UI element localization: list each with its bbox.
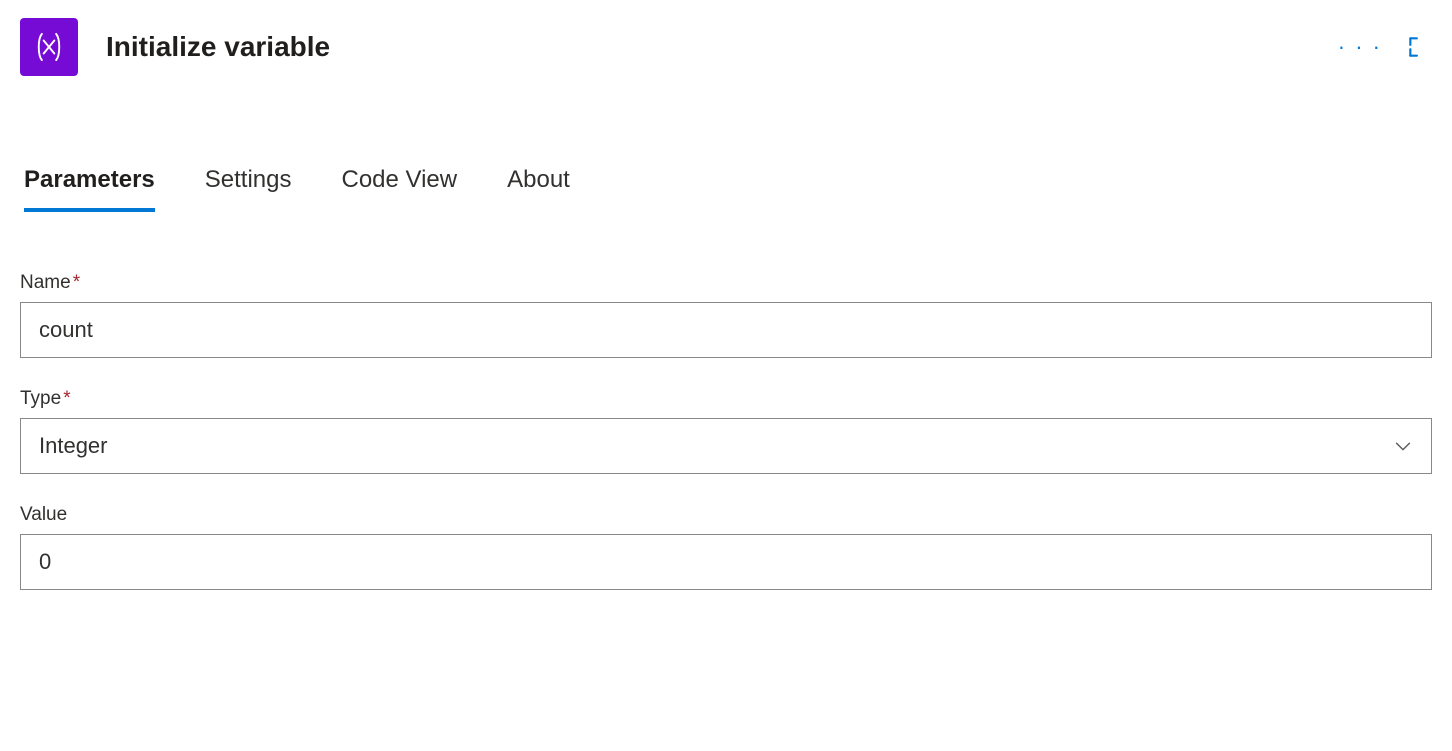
name-label-text: Name — [20, 272, 71, 293]
required-marker: * — [73, 272, 80, 293]
type-select-wrapper: Integer — [20, 418, 1432, 474]
value-label: Value — [20, 504, 1432, 526]
tab-about[interactable]: About — [507, 166, 570, 212]
expand-icon[interactable] — [1406, 34, 1432, 60]
form-group-type: Type* Integer — [20, 388, 1432, 474]
tab-parameters[interactable]: Parameters — [24, 166, 155, 212]
name-input[interactable] — [20, 302, 1432, 358]
tab-code-view[interactable]: Code View — [341, 166, 457, 212]
type-select[interactable]: Integer — [20, 418, 1432, 474]
action-header: Initialize variable · · · — [20, 18, 1432, 76]
form-group-value: Value — [20, 504, 1432, 590]
tab-settings[interactable]: Settings — [205, 166, 292, 212]
more-button[interactable]: · · · — [1330, 32, 1390, 62]
required-marker: * — [63, 388, 70, 409]
header-left: Initialize variable — [20, 18, 330, 76]
type-label: Type* — [20, 388, 1432, 410]
value-input[interactable] — [20, 534, 1432, 590]
value-label-text: Value — [20, 504, 67, 525]
variable-icon — [20, 18, 78, 76]
action-title: Initialize variable — [106, 31, 330, 63]
name-label: Name* — [20, 272, 1432, 294]
form-group-name: Name* — [20, 272, 1432, 358]
type-label-text: Type — [20, 388, 61, 409]
header-right: · · · — [1330, 32, 1432, 62]
tabs: Parameters Settings Code View About — [20, 166, 1432, 212]
